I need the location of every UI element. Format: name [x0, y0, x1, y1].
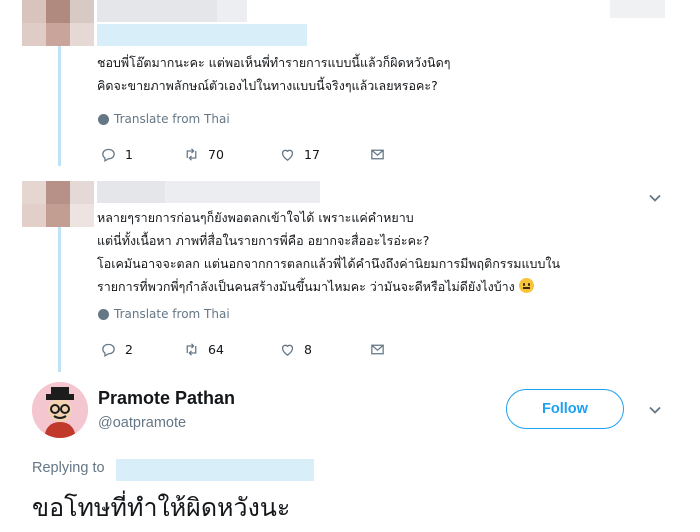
like-button-1[interactable]: 17	[279, 146, 369, 163]
blurred-avatar-2	[22, 181, 94, 227]
tweet-2-line-1: หลายๆรายการก่อนๆก็ยังพอตลกเข้าใจได้ เพรา…	[97, 210, 414, 225]
reply-icon	[102, 343, 115, 358]
tweet-1-actions: 1 70 17	[100, 146, 386, 163]
blurred-mention-reply[interactable]	[116, 459, 314, 481]
globe-icon	[98, 113, 109, 125]
globe-icon	[98, 308, 109, 320]
retweet-button-2[interactable]: 64	[183, 341, 279, 358]
retweet-icon	[186, 343, 197, 356]
translate-label-1: Translate from Thai	[114, 112, 230, 126]
blurred-handle-2	[165, 181, 320, 203]
tweet-2-line-2: แต่นี่ทั้งเนื้อหา ภาพที่สื่อในรายการพี่ค…	[97, 233, 430, 248]
thread-line-2	[58, 227, 61, 372]
follow-button[interactable]: Follow	[506, 389, 624, 429]
dm-icon	[371, 149, 384, 160]
replying-to-label: Replying to	[32, 460, 105, 476]
reply-count-1: 1	[125, 147, 133, 162]
dm-button-1[interactable]	[369, 146, 386, 163]
display-name[interactable]: Pramote Pathan	[98, 388, 235, 409]
chevron-down-icon	[649, 406, 661, 414]
blurred-time-1	[610, 0, 665, 18]
tweet-2-line-4-wrap: รายการที่พวกพี่ๆกำลังเป็นคนสร้างมันขึ้นม…	[97, 276, 534, 297]
reply-text: ขอโทษที่ทำให้ผิดหวังนะ	[32, 493, 291, 522]
tweet-2-line-3: โอเคมันอาจจะตลก แต่นอกจากการตลกแล้วพี่ได…	[97, 256, 561, 271]
reply-button-2[interactable]: 2	[100, 341, 183, 358]
reply-icon	[102, 148, 115, 163]
tweet-2-menu-chevron[interactable]	[647, 190, 663, 206]
retweet-icon	[186, 148, 197, 161]
blurred-mention-1	[97, 24, 307, 46]
like-button-2[interactable]: 8	[279, 341, 369, 358]
user-handle[interactable]: @oatpramote	[98, 415, 186, 431]
reply-menu-chevron[interactable]	[647, 402, 663, 418]
reply-button-1[interactable]: 1	[100, 146, 183, 163]
retweet-count-2: 64	[208, 342, 224, 357]
tweet-2-line-4: รายการที่พวกพี่ๆกำลังเป็นคนสร้างมันขึ้นม…	[97, 279, 515, 294]
blurred-avatar-1	[22, 0, 94, 46]
thread-line-1	[58, 46, 61, 166]
tweet-1-line-2: คิดจะขายภาพลักษณ์ตัวเองไปในทางแบบนี้จริง…	[97, 78, 438, 93]
blurred-name-1	[97, 0, 217, 22]
retweet-count-1: 70	[208, 147, 224, 162]
like-count-1: 17	[304, 147, 320, 162]
retweet-button-1[interactable]: 70	[183, 146, 279, 163]
translate-link-2[interactable]: Translate from Thai	[98, 307, 230, 321]
tweet-2-actions: 2 64 8	[100, 341, 386, 358]
tweet-1-line-1: ชอบพี่โอ๊ตมากนะคะ แต่พอเห็นพี่ทำรายการแบ…	[97, 55, 451, 70]
translate-link-1[interactable]: Translate from Thai	[98, 112, 230, 126]
like-icon	[281, 149, 294, 161]
chevron-down-icon	[649, 194, 661, 202]
translate-label-2: Translate from Thai	[114, 307, 230, 321]
blurred-name-2	[97, 181, 165, 203]
like-count-2: 8	[304, 342, 312, 357]
cartoon-avatar-icon	[32, 382, 88, 438]
dm-button-2[interactable]	[369, 341, 386, 358]
avatar[interactable]	[32, 382, 88, 438]
dm-icon	[371, 344, 384, 355]
blurred-handle-1	[217, 0, 247, 22]
neutral-face-emoji	[518, 278, 534, 293]
like-icon	[281, 344, 294, 356]
reply-count-2: 2	[125, 342, 133, 357]
